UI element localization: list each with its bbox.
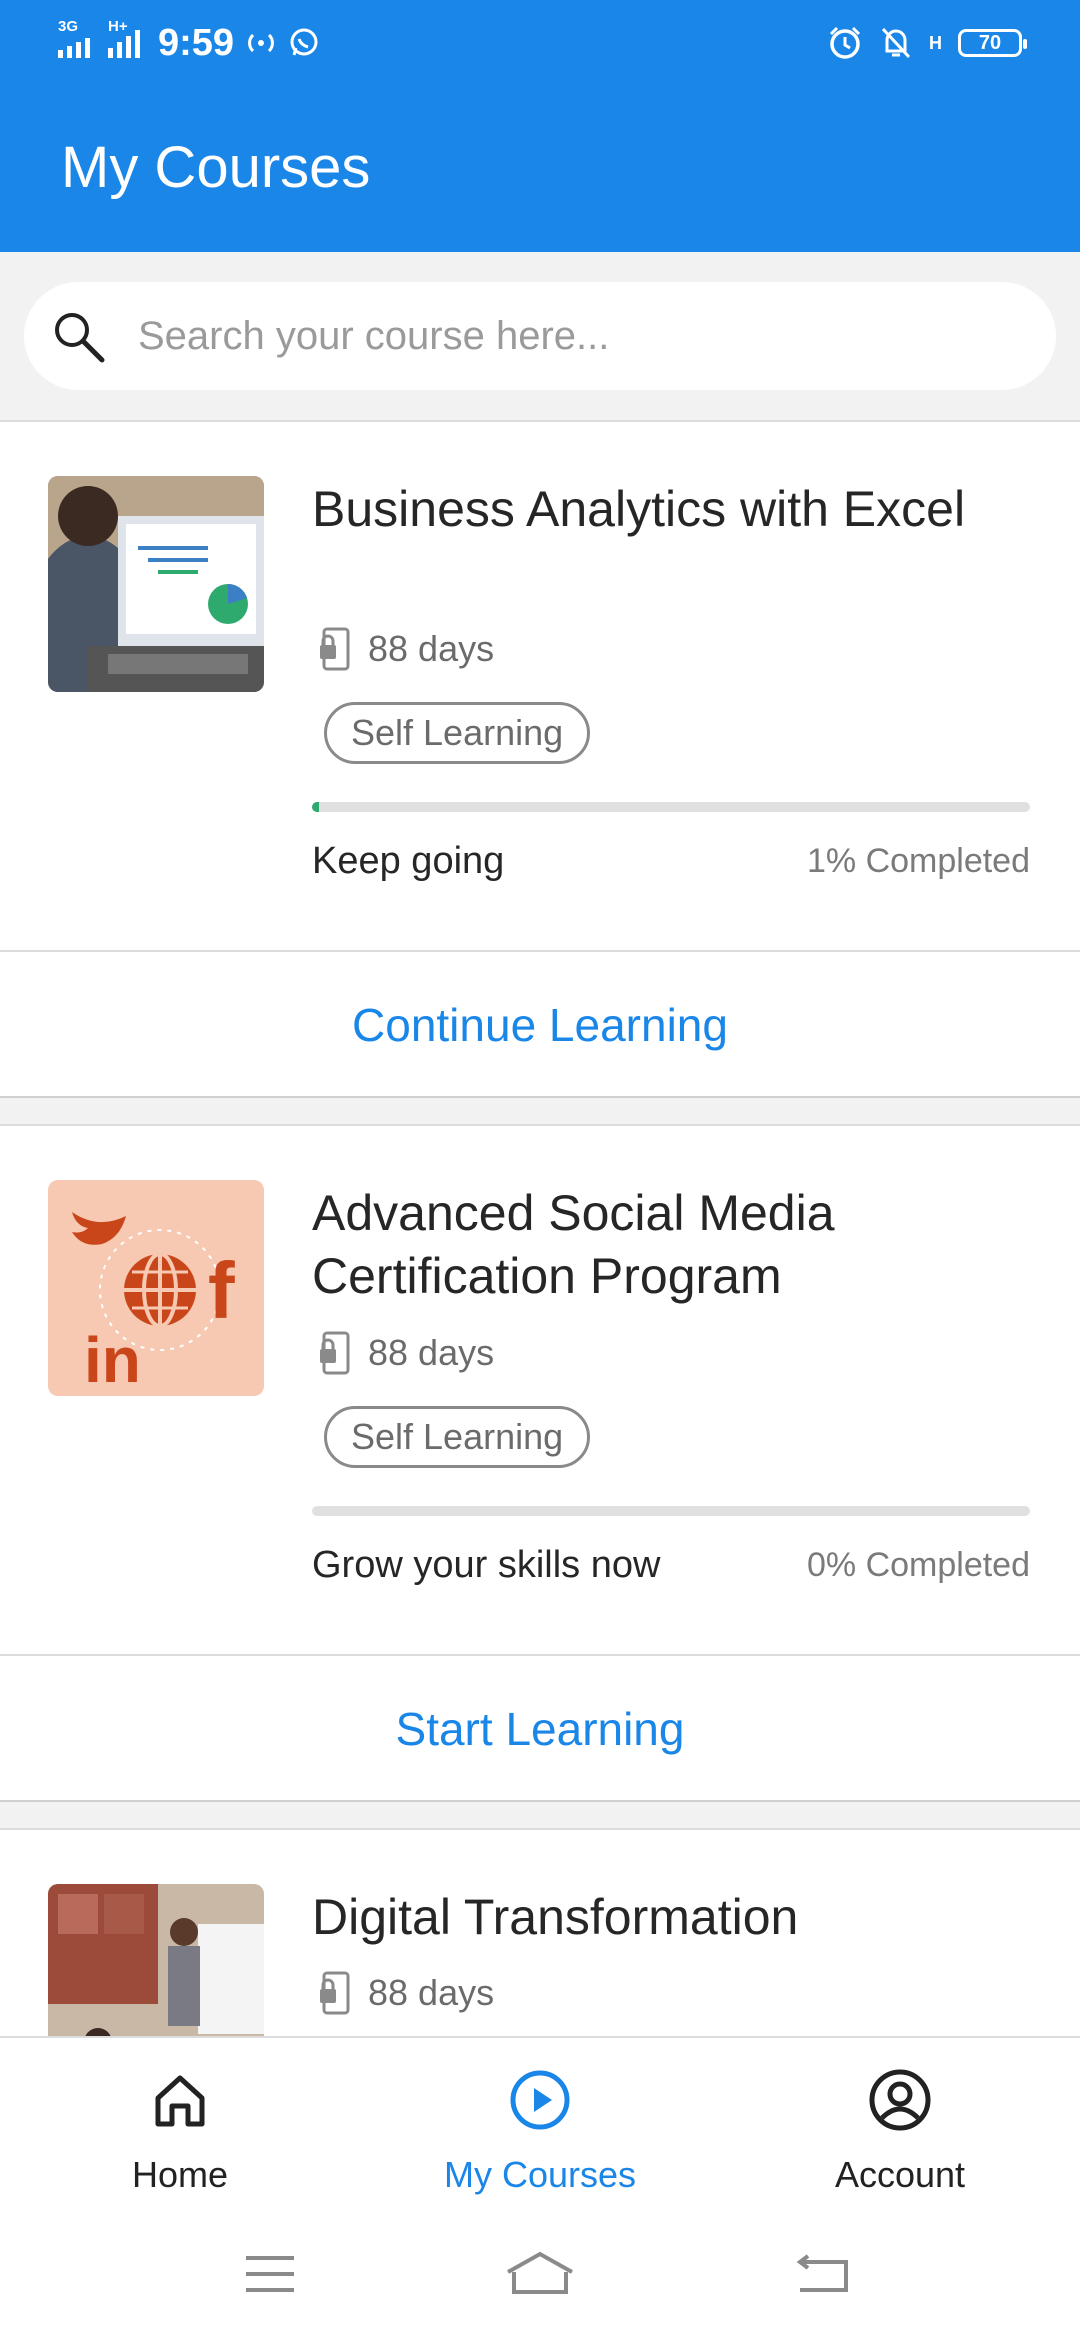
lock-phone-icon (320, 627, 350, 671)
nav-label: Home (131, 2154, 229, 2195)
status-time: 9:59 (158, 21, 235, 64)
search-icon (55, 313, 105, 363)
course-duration: 88 days (318, 624, 494, 674)
svg-text:in: in (84, 1324, 141, 1396)
bottom-navigation: Home My Courses Account (0, 2036, 1080, 2198)
home-icon (155, 2075, 205, 2127)
course-thumbnail (48, 476, 264, 692)
progress-bar (312, 1506, 1030, 1516)
home-button-icon[interactable] (504, 2250, 576, 2296)
course-duration: 88 days (318, 1968, 494, 2018)
duration-text: 88 days (368, 1972, 495, 2013)
svg-text:f: f (208, 1246, 235, 1335)
play-circle-icon (510, 2070, 570, 2130)
course-type-badge: Self Learning (324, 1406, 591, 1468)
system-navigation-bar (0, 2196, 1080, 2340)
divider (0, 950, 1080, 952)
progress-message: Keep going (312, 840, 505, 882)
continue-learning-button[interactable]: Continue Learning (0, 998, 1080, 1052)
status-bar: 3G H+ 9:59 H 70 (0, 0, 1080, 84)
hotspot-icon (248, 33, 274, 53)
signal-icon: 3G (58, 18, 90, 58)
start-learning-button[interactable]: Start Learning (0, 1702, 1080, 1756)
course-thumbnail: f in (48, 1180, 264, 1396)
app-bar: 3G H+ 9:59 H 70 My Courses (0, 0, 1080, 252)
battery-icon: 70 (958, 29, 1027, 57)
search-bar[interactable] (24, 282, 1056, 390)
menu-icon[interactable] (244, 2254, 296, 2294)
whatsapp-icon (290, 28, 318, 56)
course-type-badge: Self Learning (324, 702, 591, 764)
nav-label: Account (834, 2154, 966, 2195)
network-type-label: H (929, 33, 942, 53)
progress-fill (312, 802, 320, 812)
progress-message: Grow your skills now (312, 1544, 661, 1586)
search-section (0, 252, 1080, 422)
course-title: Digital Transformation (312, 1889, 799, 1945)
lock-phone-icon (320, 1331, 350, 1375)
nav-label: My Courses (443, 2154, 637, 2195)
course-duration: 88 days (318, 1328, 494, 1378)
alarm-icon (829, 26, 861, 59)
course-title: Advanced Social Media Certification Prog… (312, 1185, 835, 1304)
lock-phone-icon (320, 1971, 350, 2015)
progress-percent: 1% Completed (806, 842, 1030, 880)
course-card[interactable]: Business Analytics with Excel 88 days Se… (0, 420, 1080, 1098)
bell-off-icon (881, 27, 911, 59)
search-input[interactable] (136, 312, 1000, 360)
nav-my-courses[interactable]: My Courses (360, 2038, 720, 2198)
divider (0, 1654, 1080, 1656)
course-card[interactable]: f in Advanced Social Media Certification… (0, 1124, 1080, 1802)
duration-text: 88 days (368, 628, 495, 669)
course-title: Business Analytics with Excel (312, 481, 966, 537)
account-icon (869, 2069, 931, 2131)
progress-bar (312, 802, 1030, 812)
signal-icon: H+ (108, 18, 140, 58)
progress-percent: 0% Completed (806, 1546, 1030, 1584)
page-title: My Courses (61, 135, 371, 200)
back-icon[interactable] (796, 2254, 852, 2294)
duration-text: 88 days (368, 1332, 495, 1373)
nav-account[interactable]: Account (720, 2038, 1080, 2198)
nav-home[interactable]: Home (0, 2038, 360, 2198)
